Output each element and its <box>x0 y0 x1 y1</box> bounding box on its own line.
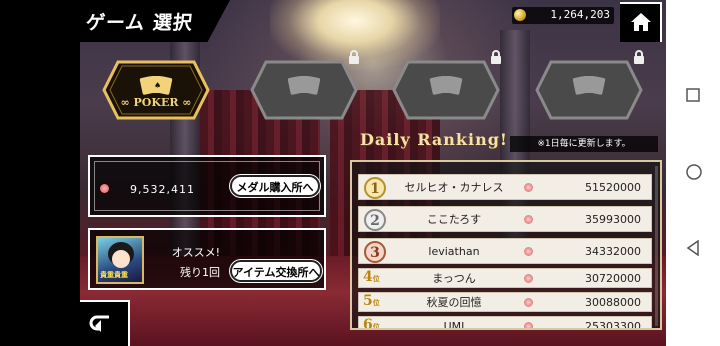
item-exchange-button[interactable]: アイテム交換所へ <box>230 260 322 282</box>
home-button[interactable] <box>620 2 662 42</box>
medal-icon <box>524 274 533 283</box>
tab-locked-game[interactable] <box>535 50 644 120</box>
android-recent-icon[interactable] <box>686 88 700 102</box>
svg-text:2: 2 <box>370 213 380 229</box>
coin-icon <box>514 9 526 21</box>
avatar-tag: 貴重貴重 <box>100 271 128 279</box>
ranking-row: 5位 秋夏の回憶 30088000 <box>358 292 652 312</box>
home-icon <box>631 13 651 31</box>
player-score: 30088000 <box>585 296 641 309</box>
svg-text:1: 1 <box>370 181 380 197</box>
rank-badge-bronze: 3 <box>364 241 386 263</box>
ranking-note: ※1日毎に更新します。 <box>510 136 658 152</box>
ranking-row: 6位 UMI 25303300 <box>358 316 652 330</box>
back-button[interactable] <box>80 300 130 346</box>
medal-panel: 9,532,411 メダル購入所へ <box>88 155 326 217</box>
medal-shop-button[interactable]: メダル購入所へ <box>230 175 320 197</box>
rank-badge-gold: 1 <box>364 177 386 199</box>
page-title: ゲーム 選択 <box>84 12 195 34</box>
avatar: 貴重貴重 <box>96 236 144 284</box>
ranking-row: 1 セルヒオ・カナレス 51520000 <box>358 174 652 200</box>
svg-text:♠: ♠ <box>154 81 161 90</box>
tab-locked-game[interactable] <box>392 50 501 120</box>
player-name: セルヒオ・カナレス <box>404 181 504 194</box>
player-score: 34332000 <box>585 245 641 258</box>
medal-icon <box>524 298 533 307</box>
medal-icon <box>524 215 533 224</box>
coin-value: 1,264,203 <box>550 8 610 21</box>
player-name: 秋夏の回憶 <box>426 296 482 309</box>
svg-text:3: 3 <box>370 245 380 261</box>
ranking-list[interactable]: 1 セルヒオ・カナレス 51520000 2 ここたろす 35993000 3 … <box>350 160 662 330</box>
ranking-row: 3 leviathan 34332000 <box>358 238 652 264</box>
player-score: 35993000 <box>585 213 641 226</box>
player-score: 51520000 <box>585 181 641 194</box>
item-panel: 貴重貴重 オススメ! 残り1回 アイテム交換所へ <box>88 228 326 290</box>
ranking-row: 4位 まっつん 30720000 <box>358 268 652 288</box>
remaining-count: 残り1回 <box>180 266 220 279</box>
player-name: まっつん <box>432 272 476 285</box>
player-score: 25303300 <box>585 320 641 330</box>
medal-count: 9,532,411 <box>130 183 195 196</box>
tab-poker[interactable]: ♠ ∞ POKER ∞ <box>102 60 210 120</box>
android-back-icon[interactable] <box>686 240 700 256</box>
player-score: 30720000 <box>585 272 641 285</box>
rank-number: 5位 <box>363 293 380 309</box>
lock-icon <box>634 50 644 64</box>
android-nav-bar <box>666 0 720 346</box>
scrollbar[interactable] <box>655 166 658 326</box>
medal-icon <box>100 184 109 193</box>
medal-icon <box>524 183 533 192</box>
cards-icon: ♠ <box>139 76 173 95</box>
avatar-face <box>112 250 130 268</box>
rank-number: 4位 <box>363 269 380 285</box>
lock-icon <box>349 50 359 64</box>
player-name: leviathan <box>428 245 480 258</box>
game-screen: ゲーム 選択 1,264,203 ♠ ∞ POKER ∞ 9,532,411 メ… <box>80 0 666 346</box>
recommend-label: オススメ! <box>171 246 220 259</box>
tab-locked-game[interactable] <box>250 50 359 120</box>
ranking-title: Daily Ranking! <box>360 130 508 149</box>
medal-icon <box>524 322 533 328</box>
lock-icon <box>491 50 501 64</box>
left-letterbox <box>0 0 80 346</box>
cards-icon <box>572 76 606 95</box>
player-name: ここたろす <box>426 213 482 226</box>
cards-icon <box>429 76 463 95</box>
player-name: UMI <box>443 320 465 330</box>
medal-icon <box>524 247 533 256</box>
back-arrow-icon <box>89 315 109 332</box>
rank-badge-silver: 2 <box>364 209 386 231</box>
android-home-icon[interactable] <box>686 164 702 180</box>
rank-number: 6位 <box>363 317 380 330</box>
ranking-row: 2 ここたろす 35993000 <box>358 206 652 232</box>
cards-icon <box>287 76 321 95</box>
title-bar: ゲーム 選択 <box>80 0 230 42</box>
tab-label: ∞ POKER ∞ <box>120 96 192 109</box>
